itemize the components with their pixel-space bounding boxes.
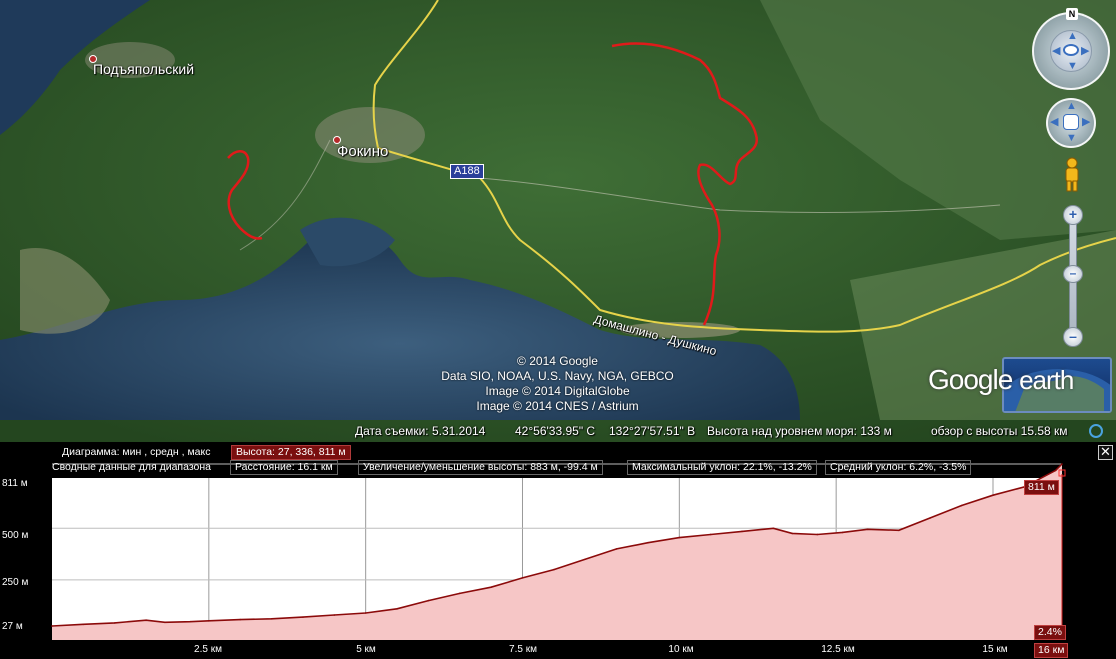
x-tick-label: 10 км (668, 644, 694, 655)
zoom-out-button[interactable]: – (1063, 327, 1083, 347)
look-left-arrow-icon[interactable]: ◀ (1052, 46, 1060, 57)
road-badge-a188: A188 (450, 164, 484, 179)
google-earth-logo: Google earth (928, 364, 1074, 396)
x-tick-label: 2.5 км (194, 644, 222, 655)
elevation-point (145, 619, 147, 622)
logo-google: Google (928, 364, 1013, 395)
zoom-in-button[interactable]: + (1063, 205, 1083, 225)
look-up-arrow-icon[interactable]: ▲ (1067, 31, 1078, 42)
place-label-fokino[interactable]: Фокино (337, 143, 388, 160)
elevation-point (992, 494, 994, 497)
elevation-point (521, 577, 524, 579)
range-max-slope[interactable]: Максимальный уклон: 22.1%, -13.2% (627, 460, 817, 475)
elevation-point (741, 530, 743, 533)
range-distance[interactable]: Расстояние: 16.1 км (230, 460, 338, 475)
cursor-elevation-readout: 811 м (1024, 480, 1059, 495)
place-label-podyapolsky[interactable]: Подъяпольский (93, 61, 194, 77)
elevation-point (866, 528, 869, 531)
elevation-point (647, 541, 649, 544)
elevation-point (270, 617, 273, 620)
chart-info-label: Диаграмма: мин , средн , макс (62, 446, 211, 458)
look-right-arrow-icon[interactable]: ▶ (1081, 46, 1089, 57)
y-tick-label: 27 м (2, 621, 23, 632)
look-down-arrow-icon[interactable]: ▼ (1067, 61, 1078, 72)
street-view-pegman-icon[interactable] (1062, 157, 1082, 193)
x-tick-label: 12.5 км (821, 644, 855, 655)
cursor-slope-readout: 2.4% (1034, 625, 1066, 640)
range-summary-label: Сводные данные для диапазона (52, 461, 212, 473)
elevation-point (364, 612, 367, 614)
y-tick-label: 500 м (2, 530, 29, 541)
range-avg-slope[interactable]: Средний уклон: 6.2%, -3.5% (825, 460, 972, 475)
elevation-point (678, 536, 681, 539)
attribution-line: © 2014 Google (517, 354, 598, 368)
eye-altitude: обзор с высоты 15.58 км (931, 424, 1068, 438)
move-right-arrow-icon[interactable]: ▶ (1082, 117, 1090, 128)
elevation-stats[interactable]: Высота: 27, 336, 811 м (231, 445, 351, 460)
logo-earth: earth (1019, 365, 1074, 395)
elevation-point (113, 622, 116, 624)
elevation-point (239, 618, 241, 621)
elevation-point (929, 517, 932, 519)
elevation-point (51, 625, 53, 627)
elevation-point (772, 527, 775, 530)
latitude: 42°56'33.95" С (515, 424, 596, 438)
capture-date: Дата съемки: 5.31.2014 (355, 424, 486, 438)
move-up-arrow-icon[interactable]: ▲ (1066, 101, 1077, 112)
map-view[interactable]: Подъяпольский Фокино A188 Домашлино - Ду… (0, 0, 1116, 442)
eye-icon (1063, 44, 1079, 56)
move-down-arrow-icon[interactable]: ▼ (1066, 133, 1077, 144)
elevation-point (584, 558, 587, 561)
elevation-point (709, 533, 712, 536)
zoom-slider-thumb[interactable]: – (1063, 265, 1083, 283)
elevation-point (816, 533, 819, 536)
y-tick-label: 250 м (2, 577, 29, 588)
elevation-profile-panel: Диаграмма: мин , средн , макс Высота: 27… (0, 442, 1116, 659)
elevation-point (1061, 463, 1063, 465)
x-tick-label: 5 км (356, 644, 376, 655)
attribution-line: Image © 2014 CNES / Astrium (476, 399, 639, 413)
range-elevation-gain-loss[interactable]: Увеличение/уменьшение высоты: 883 м, -99… (358, 460, 603, 475)
attribution-line: Image © 2014 DigitalGlobe (485, 384, 630, 398)
elevation-point (82, 623, 85, 626)
x-tick-label: 7.5 км (509, 644, 537, 655)
attribution-line: Data SIO, NOAA, U.S. Navy, NGA, GEBCO (441, 369, 674, 383)
elevation-point (208, 620, 210, 622)
y-tick-label: 811 м (2, 478, 28, 489)
cursor-distance-readout: 16 км (1034, 643, 1069, 658)
north-indicator[interactable]: N (1066, 8, 1078, 20)
elevation-point (458, 592, 461, 595)
longitude: 132°27'57.51" В (609, 424, 696, 438)
elevation-point (1054, 469, 1057, 472)
elevation-point (302, 616, 304, 618)
elevation-point (333, 614, 336, 616)
elevation-point (396, 608, 398, 610)
elevation-point (189, 620, 191, 623)
elevation-point (615, 548, 618, 550)
hand-icon (1063, 114, 1079, 130)
close-elevation-profile-button[interactable]: ✕ (1098, 445, 1113, 460)
elevation-point (490, 586, 492, 588)
elevation-point (960, 504, 963, 507)
imagery-attribution: © 2014 Google Data SIO, NOAA, U.S. Navy,… (400, 354, 715, 414)
elevation-point (553, 568, 555, 571)
x-tick-label: 15 км (982, 644, 1008, 655)
elevation-point (427, 599, 430, 602)
elevation-point (841, 531, 844, 534)
status-bar: Дата съемки: 5.31.2014 42°56'33.95" С 13… (0, 420, 1116, 442)
elevation-point (791, 532, 794, 535)
terrain-elevation: Высота над уровнем моря: 133 м (707, 424, 892, 438)
elevation-point (164, 621, 166, 624)
move-left-arrow-icon[interactable]: ◀ (1050, 117, 1058, 128)
elevation-point (898, 529, 900, 532)
streaming-status-icon (1089, 424, 1103, 438)
